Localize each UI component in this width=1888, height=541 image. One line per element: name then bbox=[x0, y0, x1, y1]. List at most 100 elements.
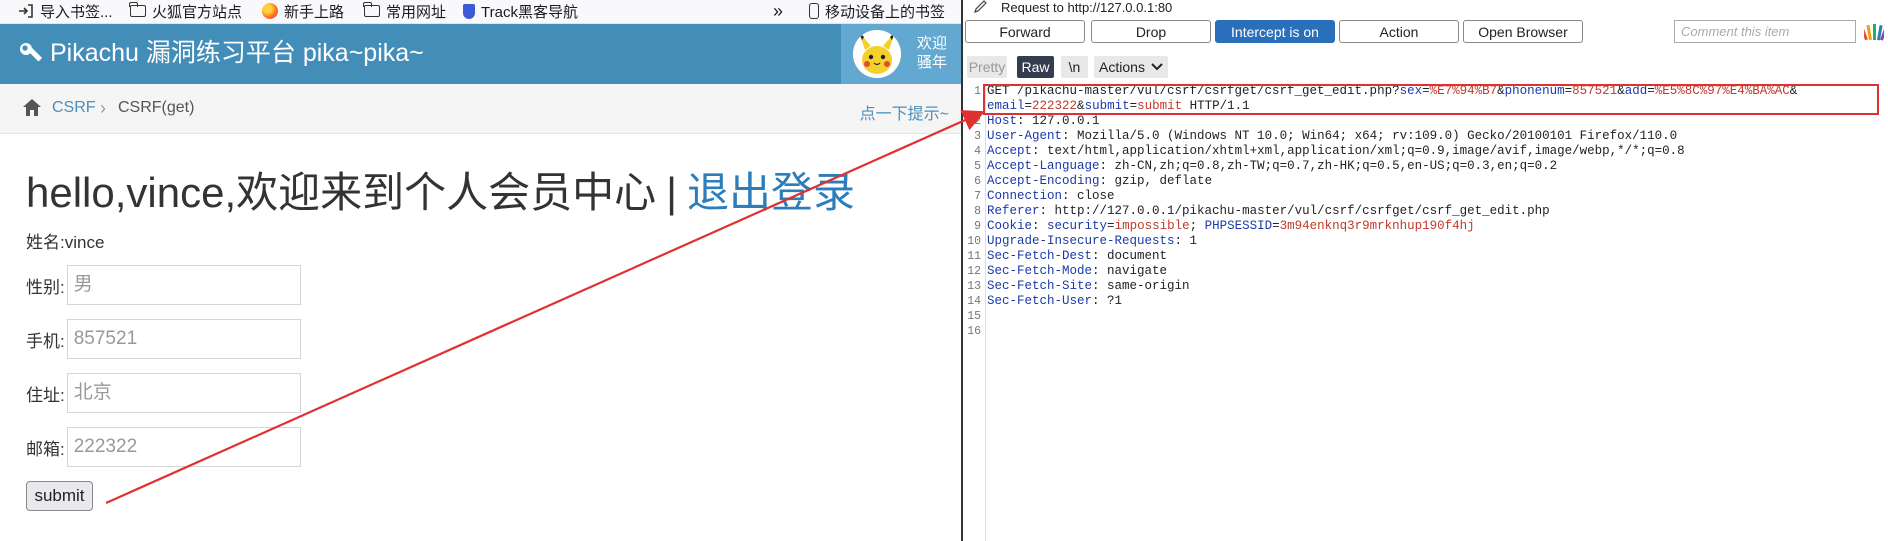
line-number: 15 bbox=[967, 310, 981, 323]
field-label: 邮箱: bbox=[26, 439, 65, 459]
breadcrumb-link-csrf[interactable]: CSRF bbox=[52, 99, 96, 117]
home-icon[interactable] bbox=[22, 98, 42, 117]
header-value: navigate bbox=[1099, 264, 1168, 278]
header-referer: Referer: http://127.0.0.1/pikachu-master… bbox=[987, 204, 1550, 218]
phone-input[interactable] bbox=[66, 319, 301, 359]
header-value: ?1 bbox=[1099, 294, 1123, 308]
header-name: Host bbox=[987, 114, 1018, 128]
form-row-address: 住址: bbox=[26, 372, 301, 414]
intercept-toggle-button[interactable]: Intercept is on bbox=[1215, 20, 1335, 43]
header-name: Accept bbox=[987, 144, 1033, 158]
tab-pretty[interactable]: Pretty bbox=[967, 56, 1007, 78]
form-row-sex: 性别: bbox=[26, 264, 301, 306]
header-cookie: Cookie: security=impossible; PHPSESSID=3… bbox=[987, 219, 1475, 233]
header-name: User-Agent bbox=[987, 129, 1063, 143]
comment-input[interactable]: Comment this item bbox=[1674, 20, 1856, 43]
header-name: Sec-Fetch-User bbox=[987, 294, 1093, 308]
actions-dropdown[interactable]: Actions bbox=[1094, 56, 1168, 78]
header-value: zh-CN,zh;q=0.8,zh-TW;q=0.7,zh-HK;q=0.5,e… bbox=[1107, 159, 1558, 173]
tab-raw[interactable]: Raw bbox=[1017, 56, 1054, 78]
form-row-email: 邮箱: bbox=[26, 426, 301, 468]
pencil-icon[interactable] bbox=[973, 0, 989, 14]
bookmark-label: 常用网址 bbox=[386, 3, 447, 21]
action-button[interactable]: Action bbox=[1339, 20, 1459, 43]
user-menu[interactable]: 欢迎 骚年 bbox=[841, 24, 961, 84]
folder-icon bbox=[363, 2, 380, 17]
request-title-text: Request to http://127.0.0.1:80 bbox=[1001, 0, 1173, 15]
line-number: 5 bbox=[974, 160, 981, 173]
address-input[interactable] bbox=[66, 373, 301, 413]
header-sec-fetch-dest: Sec-Fetch-Dest: document bbox=[987, 249, 1168, 263]
bookmark-common-sites[interactable]: 常用网址 bbox=[363, 1, 447, 21]
header-sec-fetch-site: Sec-Fetch-Site: same-origin bbox=[987, 279, 1190, 293]
open-browser-button[interactable]: Open Browser bbox=[1463, 20, 1583, 43]
mobile-icon bbox=[809, 3, 819, 19]
breadcrumb-separator: › bbox=[100, 98, 106, 118]
submit-button[interactable]: submit bbox=[26, 481, 93, 511]
header-name: Accept-Encoding bbox=[987, 174, 1100, 188]
breadcrumb-current: CSRF(get) bbox=[118, 99, 195, 116]
drop-button[interactable]: Drop bbox=[1091, 20, 1211, 43]
header-upgrade-insecure: Upgrade-Insecure-Requests: 1 bbox=[987, 234, 1198, 248]
line-number: 3 bbox=[974, 130, 981, 143]
actions-label: Actions bbox=[1099, 59, 1145, 75]
header-accept-language: Accept-Language: zh-CN,zh;q=0.8,zh-TW;q=… bbox=[987, 159, 1558, 173]
bookmark-label: 火狐官方站点 bbox=[152, 3, 243, 21]
cookie-name: security bbox=[1047, 219, 1108, 233]
line-number: 1 bbox=[974, 85, 981, 98]
line-number: 12 bbox=[967, 265, 981, 278]
email-input[interactable] bbox=[66, 427, 301, 467]
wrench-icon bbox=[20, 43, 42, 62]
bookmark-label: 导入书签... bbox=[40, 3, 113, 21]
header-value: gzip, deflate bbox=[1107, 174, 1213, 188]
field-label: 性别: bbox=[26, 277, 65, 297]
sex-input[interactable] bbox=[66, 265, 301, 305]
bookmark-mobile[interactable]: 移动设备上的书签 bbox=[809, 1, 945, 21]
logout-link[interactable]: 退出登录 bbox=[687, 169, 855, 216]
line-number: 8 bbox=[974, 205, 981, 218]
tab-newline[interactable]: \n bbox=[1061, 56, 1088, 78]
pikachu-avatar-icon bbox=[853, 30, 901, 78]
import-icon bbox=[19, 4, 33, 18]
title-separator: | bbox=[666, 169, 678, 216]
header-connection: Connection: close bbox=[987, 189, 1115, 203]
field-label: 手机: bbox=[26, 331, 65, 351]
header-value: http://127.0.0.1/pikachu-master/vul/csrf… bbox=[1047, 204, 1550, 218]
cookie-value: 3m94enknq3r9mrknhup190f4hj bbox=[1279, 219, 1475, 233]
header-name: Cookie bbox=[987, 219, 1033, 233]
header-name: Accept-Language bbox=[987, 159, 1100, 173]
welcome-text: hello,vince,欢迎来到个人会员中心 bbox=[26, 169, 657, 216]
form-row-phone: 手机: bbox=[26, 318, 301, 360]
site-title[interactable]: Pikachu 漏洞练习平台 pika~pika~ bbox=[18, 38, 424, 68]
bookmark-firefox-official[interactable]: 火狐官方站点 bbox=[129, 1, 243, 21]
hint-link[interactable]: 点一下提示~ bbox=[860, 100, 949, 124]
bookmark-label: Track黑客导航 bbox=[481, 3, 578, 21]
header-name: Sec-Fetch-Dest bbox=[987, 249, 1093, 263]
header-accept: Accept: text/html,application/xhtml+xml,… bbox=[987, 144, 1685, 158]
header-host: Host: 127.0.0.1 bbox=[987, 114, 1100, 128]
burp-intercept-panel: Request to http://127.0.0.1:80 Forward D… bbox=[963, 0, 1888, 541]
site-header: Pikachu 漏洞练习平台 pika~pika~ 欢迎 骚年 bbox=[0, 24, 961, 84]
user-greeting: 欢迎 骚年 bbox=[917, 34, 947, 72]
header-sec-fetch-mode: Sec-Fetch-Mode: navigate bbox=[987, 264, 1168, 278]
bookmark-import[interactable]: 导入书签... bbox=[18, 1, 113, 21]
line-number: 16 bbox=[967, 325, 981, 338]
request-editor[interactable]: 1 2 3 4 5 6 7 8 9 10 11 12 13 14 15 16 G… bbox=[963, 84, 1888, 541]
header-value: document bbox=[1099, 249, 1168, 263]
request-title: Request to http://127.0.0.1:80 bbox=[973, 0, 1173, 15]
header-name: Referer bbox=[987, 204, 1040, 218]
shield-icon bbox=[463, 3, 475, 19]
forward-button[interactable]: Forward bbox=[965, 20, 1085, 43]
header-value: same-origin bbox=[1099, 279, 1190, 293]
cookie-value: impossible bbox=[1114, 219, 1190, 233]
bookmark-getting-started[interactable]: 新手上路 bbox=[262, 1, 344, 21]
line-number: 14 bbox=[967, 295, 981, 308]
line-number: 2 bbox=[974, 115, 981, 128]
bookmark-track[interactable]: Track黑客导航 bbox=[463, 1, 578, 21]
bookmark-label: 新手上路 bbox=[284, 3, 345, 21]
bookmarks-overflow-button[interactable]: » bbox=[773, 1, 783, 21]
browser-window: 导入书签... 火狐官方站点 新手上路 常用网址 Track黑客导航 » 移动设… bbox=[0, 0, 961, 541]
highlight-color-icon[interactable] bbox=[1864, 22, 1884, 42]
header-name: Upgrade-Insecure-Requests bbox=[987, 234, 1175, 248]
header-value: close bbox=[1069, 189, 1115, 203]
